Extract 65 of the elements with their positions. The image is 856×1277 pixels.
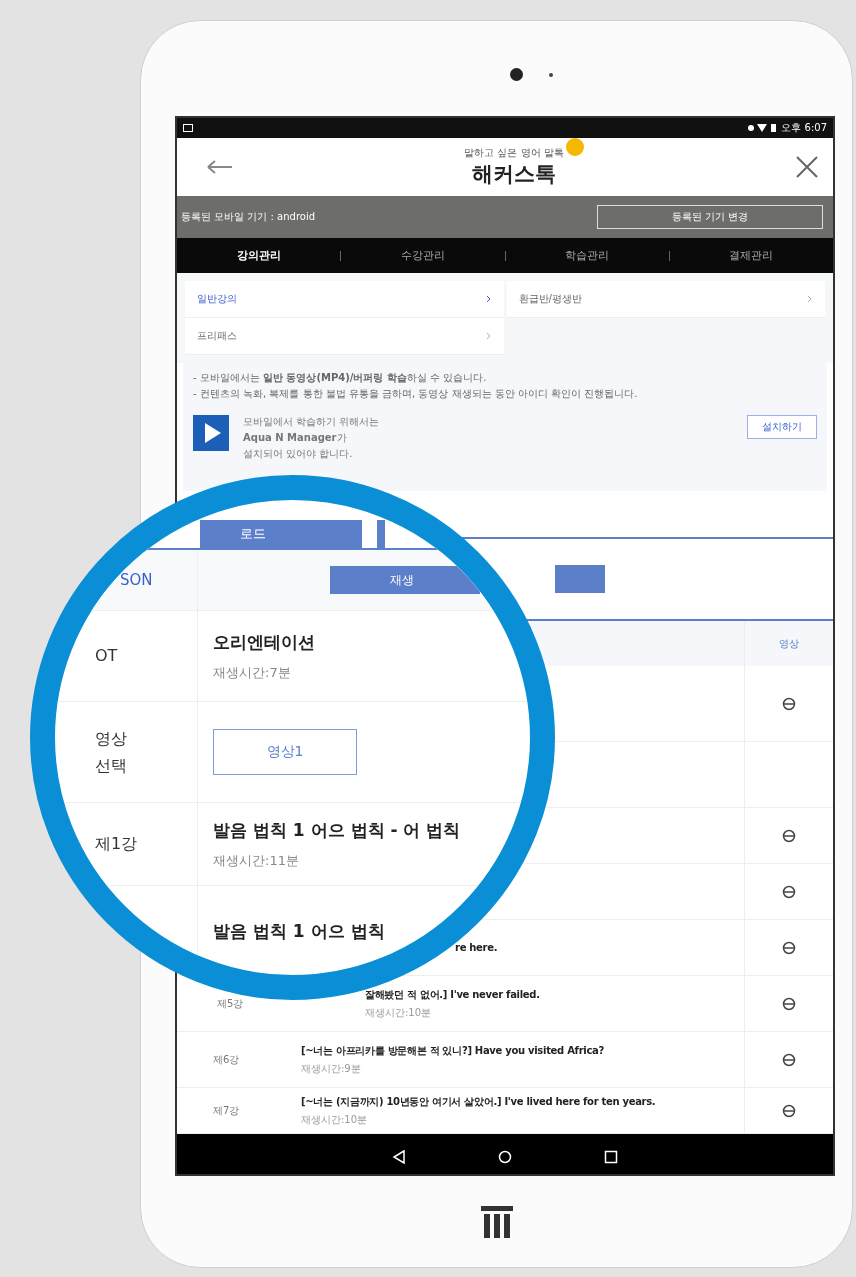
session-label: SON [119,571,153,589]
notification-icon [183,124,193,132]
lecture-number: 제7강 [213,1103,240,1118]
lecture-duration: 재생시간:9분 [301,1061,362,1076]
menu-label: 일반강의 [197,292,237,306]
close-icon[interactable] [795,155,819,179]
lecture-title: 발음 법칙 1 어으 법칙 - 어 법칙 [213,818,462,842]
lecture-number: OT [95,645,118,668]
lecture-number: 제6강 [213,1052,240,1067]
status-time: 오후 6:07 [781,121,827,135]
home-icon[interactable] [498,1149,512,1164]
lecture-duration: 재생시간:10분 [365,1005,433,1020]
circle-play-icon[interactable] [782,884,796,899]
camera-icon [510,68,523,81]
tab[interactable]: 강의관리 [177,247,341,264]
lecture-number: 영상 선택 [95,727,128,777]
video-select-button[interactable]: 영상1 [213,729,357,775]
circle-play-icon[interactable] [782,1052,796,1067]
menu-label: 프리패스 [197,329,237,343]
lecture-duration: 재생시간:10분 [301,1112,369,1127]
device-label: 등록된 모바일 기기 : android [181,210,316,224]
lecture-title: [~너는 아프리카를 방문해본 적 있니?] Have you visited Africa? [301,1043,605,1058]
lecture-title: 오리엔테이션 [213,630,316,654]
install-button[interactable]: 설치하기 [747,415,817,439]
notice-text: - 컨텐츠의 녹화, 복제를 통한 불법 유통을 금하며, 동영상 재생되는 동안 아이디 확인이 진행됩니다. [193,387,639,401]
tab[interactable]: 학습관리 [505,247,669,264]
change-device-button[interactable]: 등록된 기기 변경 [597,205,823,229]
logo-tagline: 말하고 싶은 영어 말톡 [464,146,564,160]
play-app-icon [193,415,229,451]
play-button[interactable]: 재생 [330,566,480,594]
video-column-header: 영상 [744,621,833,666]
circle-play-icon[interactable] [782,996,796,1011]
lecture-title: re here. [455,942,499,953]
tab[interactable]: 수강관리 [341,247,505,264]
lecture-title: 잘해봤던 적 없어.] I've never failed. [365,987,541,1002]
menu-item[interactable]: 환급반/평생반 [506,281,825,318]
chevron-icon [485,295,492,303]
circle-play-icon[interactable] [782,1103,796,1118]
back-icon[interactable] [392,1149,406,1164]
lecture-title: [~너는 (지금까지) 10년동안 여기서 살았어.] I've lived here for ten years. [301,1094,657,1109]
sensor-icon [549,72,553,77]
menu-item[interactable]: 프리패스 [185,318,504,355]
app-text: 모바일에서 학습하기 위해서는 [243,415,381,429]
chevron-icon [485,332,492,340]
logo-text: 해커스톡 [472,161,556,188]
chevron-icon [807,295,813,303]
lecture-duration: 재생시간:11분 [213,851,300,870]
logo-dot-icon [565,138,584,156]
circle-play-icon[interactable] [782,940,796,955]
menu-item[interactable]: 일반강의 [185,281,504,318]
circle-play-icon[interactable] [782,696,796,711]
menu-label: 환급반/평생반 [518,292,582,306]
app-text: Aqua N Manager가 [243,431,348,445]
recents-icon[interactable] [604,1149,618,1164]
circle-play-icon[interactable] [782,828,796,843]
download-button[interactable]: 로드 [200,520,362,548]
signal-icons [747,123,778,133]
tab[interactable]: 결제관리 [669,247,833,264]
lecture-number: 제5강 [217,996,244,1011]
lecture-title: 발음 법칙 1 어으 법칙 [213,919,386,943]
lecture-duration: 재생시간:7분 [213,663,292,682]
back-arrow-icon[interactable] [207,159,233,175]
notice-text: - 모바일에서는 일반 동영상(MP4)/버퍼링 학습하실 수 있습니다. [193,371,488,385]
lecture-number: 제1강 [95,833,138,856]
app-text: 설치되어 있어야 합니다. [243,447,354,461]
